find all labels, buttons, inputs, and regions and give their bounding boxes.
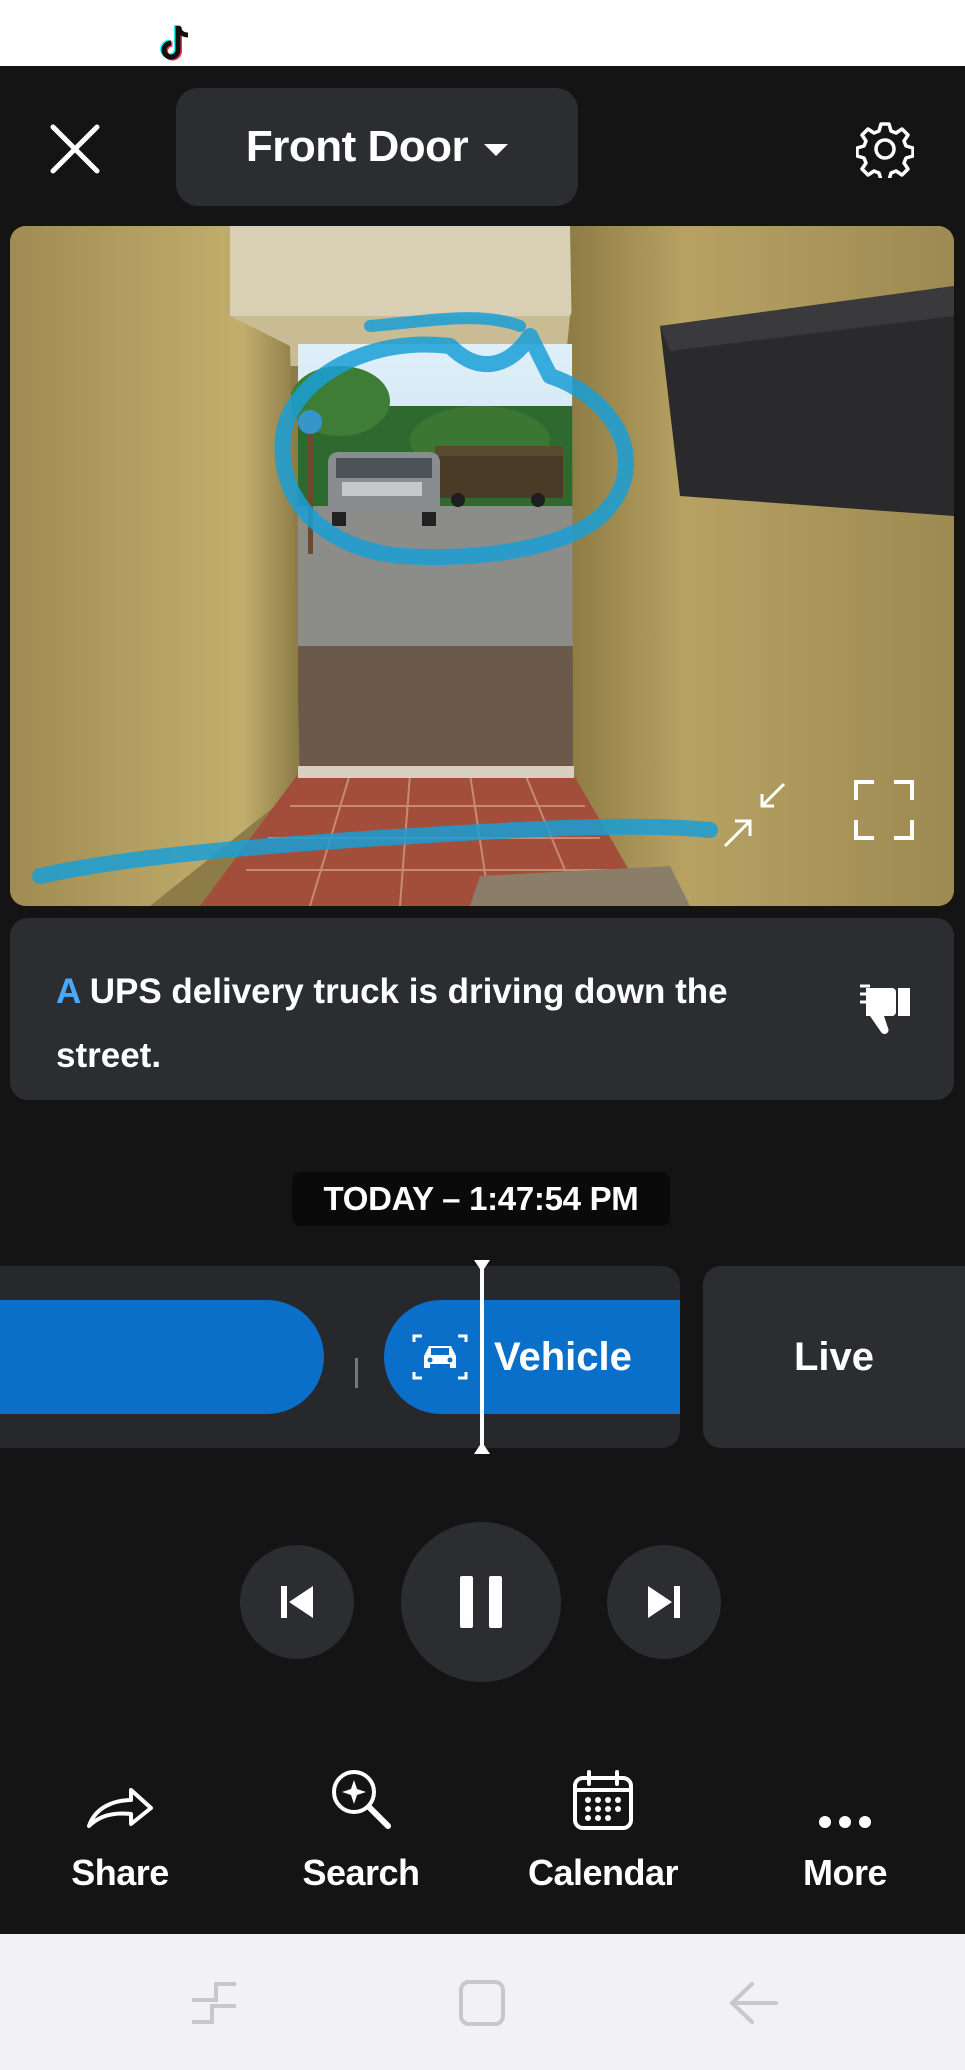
more-button[interactable]: More (735, 1760, 955, 1910)
ai-search-icon (332, 1770, 391, 1829)
description-text: UPS delivery truck is driving down the s… (56, 972, 728, 1075)
search-label: Search (302, 1852, 420, 1893)
search-button[interactable]: Search (251, 1760, 471, 1910)
header-bar: Front Door (0, 66, 965, 226)
share-label: Share (71, 1852, 169, 1893)
previous-event-button[interactable] (240, 1545, 354, 1659)
event-timestamp: TODAY – 1:47:54 PM (292, 1172, 670, 1226)
back-icon[interactable] (726, 1978, 782, 2028)
calendar-button[interactable]: Calendar (493, 1760, 713, 1910)
more-dots-icon (819, 1816, 871, 1828)
gear-icon (856, 122, 914, 178)
timeline-event[interactable] (0, 1300, 324, 1414)
camera-selector[interactable]: Front Door (176, 88, 578, 206)
close-button[interactable] (40, 114, 110, 184)
recent-apps-icon[interactable] (186, 1978, 242, 2028)
timeline-event-vehicle[interactable]: Vehicle (384, 1300, 680, 1414)
chevron-down-icon (484, 144, 509, 156)
timeline-divider (355, 1358, 358, 1388)
calendar-icon (573, 1770, 633, 1830)
thumbs-down-icon (860, 984, 910, 1035)
timeline-event-label: Vehicle (494, 1334, 632, 1379)
system-nav-bar (0, 1934, 965, 2070)
close-icon (50, 124, 100, 174)
pause-icon (460, 1576, 502, 1628)
ai-description-card: A UPS delivery truck is driving down the… (10, 918, 954, 1100)
camera-name: Front Door (245, 122, 469, 171)
settings-button[interactable] (850, 114, 920, 184)
tiktok-icon (160, 25, 189, 61)
status-bar (0, 0, 965, 66)
live-button[interactable]: Live (703, 1266, 965, 1448)
car-icon (412, 1334, 468, 1380)
event-timeline[interactable]: Vehicle (0, 1266, 680, 1448)
video-player[interactable] (10, 226, 954, 906)
playhead-bottom-marker (474, 1442, 490, 1454)
pause-button[interactable] (401, 1522, 561, 1682)
description-first-letter: A (56, 972, 80, 1011)
feedback-button[interactable] (858, 980, 918, 1040)
skip-previous-icon (281, 1586, 313, 1618)
doorbell-camera-frame (10, 226, 954, 906)
event-description: A UPS delivery truck is driving down the… (56, 960, 816, 1088)
playhead-top-marker (474, 1260, 490, 1272)
skip-next-icon (648, 1586, 680, 1618)
share-icon (87, 1788, 153, 1828)
next-event-button[interactable] (607, 1545, 721, 1659)
playhead[interactable] (480, 1262, 484, 1452)
more-label: More (802, 1852, 888, 1893)
home-icon[interactable] (455, 1978, 511, 2028)
share-button[interactable]: Share (10, 1760, 230, 1910)
calendar-label: Calendar (527, 1852, 679, 1893)
